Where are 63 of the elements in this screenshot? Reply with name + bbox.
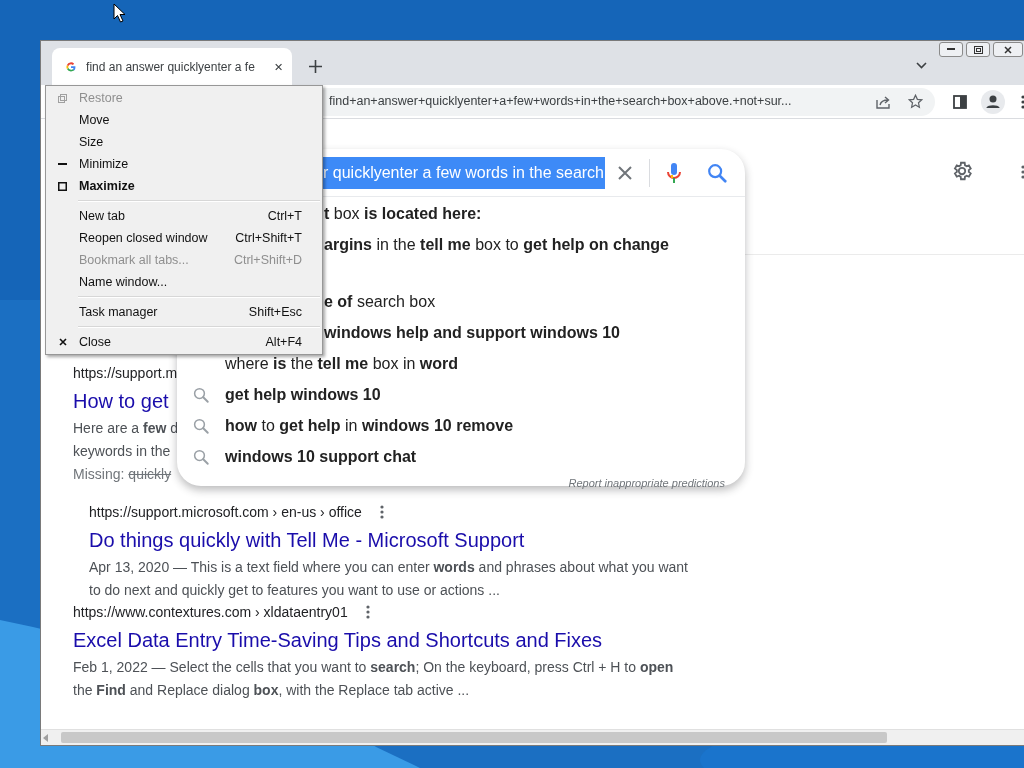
clear-icon[interactable] xyxy=(617,164,633,181)
maximize-icon xyxy=(58,181,67,191)
browser-tab[interactable]: find an answer quicklyenter a fe xyxy=(52,48,292,85)
search-icon xyxy=(706,161,728,184)
menu-icon[interactable] xyxy=(1021,94,1024,109)
minimize-button[interactable] xyxy=(939,42,963,57)
result-title[interactable]: Excel Data Entry Time-Saving Tips and Shortcuts and Fixes xyxy=(73,626,603,654)
result-url[interactable]: https://support.microsoft.com › en-us › office xyxy=(89,501,362,523)
restore-icon xyxy=(58,93,67,103)
minimize-icon xyxy=(947,48,955,51)
url-text: find+an+answer+quicklyenter+a+few+words+in+the+search+box+above.+not+sur... xyxy=(329,93,792,111)
more-icon[interactable] xyxy=(1021,165,1024,179)
suggestion[interactable]: windows help and support windows 10 xyxy=(324,320,620,345)
result-url[interactable]: https://support.m xyxy=(73,362,178,384)
google-logo xyxy=(66,59,77,74)
suggestion[interactable]: how to get help in windows 10 remove xyxy=(225,413,514,438)
result-title[interactable]: How to get xyxy=(73,387,169,415)
more-icon[interactable] xyxy=(379,505,384,519)
restore-icon xyxy=(973,45,983,54)
close-button[interactable] xyxy=(993,42,1023,57)
result-snippet: Feb 1, 2022 — Select the cells that you want to search; On the keyboard, press Ctrl + H to open the Find and Replace dialog box, with the Replace tab active ... xyxy=(73,658,675,700)
suggestion[interactable]: where is the tell me box in word xyxy=(225,351,458,376)
menu-item[interactable]: Name window... xyxy=(46,271,322,293)
missing-label: Missing: xyxy=(73,465,125,484)
star-icon[interactable] xyxy=(908,94,923,109)
result-title[interactable]: Do things quickly with Tell Me - Microsoft Support xyxy=(89,526,525,554)
suggestion[interactable]: windows 10 support chat xyxy=(225,444,417,469)
menu-item[interactable]: Maximize xyxy=(46,175,322,197)
restore-button[interactable] xyxy=(966,42,990,57)
more-icon[interactable] xyxy=(365,605,370,619)
menu-item[interactable]: Minimize xyxy=(46,153,322,175)
menu-item[interactable]: Task manager Shift+Esc xyxy=(46,301,322,323)
suggestion[interactable]: get help windows 10 xyxy=(225,382,381,407)
result-snippet: Apr 13, 2020 — This is a text field where you can enter words and phrases about what you want to do next and quickly get to features you want to use or actions ... xyxy=(89,558,689,600)
suggestion[interactable]: argins in the tell me box to get help on change xyxy=(324,232,669,257)
suggestion[interactable]: e of search box xyxy=(324,289,436,314)
profile-icon[interactable] xyxy=(981,89,1005,114)
settings-icon[interactable] xyxy=(951,160,973,182)
scrollbar-thumb[interactable] xyxy=(61,732,887,743)
minimize-icon xyxy=(58,162,67,166)
search-icon xyxy=(192,385,210,404)
new-tab-icon[interactable] xyxy=(309,60,322,73)
search-icon xyxy=(192,447,210,466)
close-icon xyxy=(1004,45,1012,54)
tab-title: find an answer quicklyenter a fe xyxy=(86,58,255,76)
suggestion[interactable]: t box is located here: xyxy=(324,201,482,226)
menu-item[interactable]: Size xyxy=(46,131,322,153)
search-icon xyxy=(192,416,210,435)
share-icon[interactable] xyxy=(876,94,892,109)
menu-item[interactable]: New tab Ctrl+T xyxy=(46,205,322,227)
result-url[interactable]: https://www.contextures.com › xldataentry01 xyxy=(73,601,348,623)
chevron-down-icon[interactable] xyxy=(916,62,927,69)
close-icon xyxy=(58,338,67,346)
menu-item[interactable]: Close Alt+F4 xyxy=(46,331,322,353)
result-snippet: Here are a few d xyxy=(73,419,179,438)
menu-item[interactable]: Reopen closed window Ctrl+Shift+T xyxy=(46,227,322,249)
mouse-pointer-icon xyxy=(113,3,126,23)
microphone-icon[interactable] xyxy=(666,161,682,184)
result-snippet: keywords in the xyxy=(73,442,171,461)
side-panel-icon[interactable] xyxy=(953,94,967,109)
report-link[interactable]: Report inappropriate predictions xyxy=(568,475,725,492)
missing-term: quickly xyxy=(128,465,172,484)
close-tab-icon[interactable] xyxy=(274,61,282,72)
